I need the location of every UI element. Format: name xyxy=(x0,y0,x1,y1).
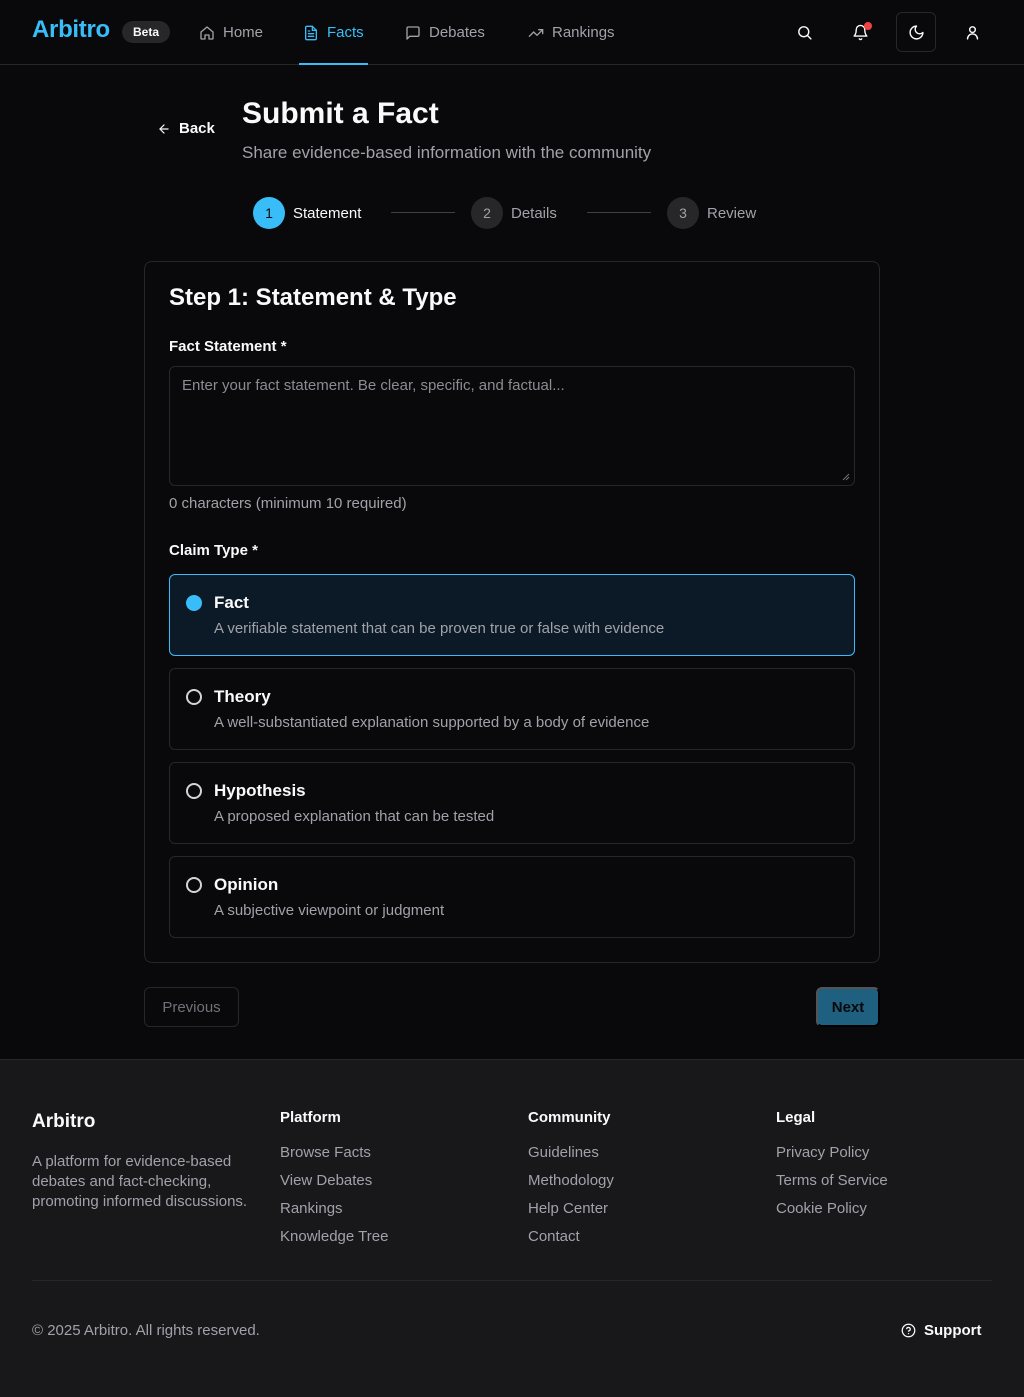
beta-badge: Beta xyxy=(122,21,171,43)
arrow-left-icon xyxy=(159,123,169,134)
footer-column-title: Community xyxy=(528,1109,611,1126)
footer-link-methodology[interactable]: Methodology xyxy=(528,1171,614,1199)
footer-link-contact[interactable]: Contact xyxy=(528,1227,614,1255)
notification-dot xyxy=(864,22,872,30)
claim-option-theory[interactable]: Theory A well-substantiated explanation … xyxy=(169,668,855,750)
step-label: Statement xyxy=(293,204,362,222)
nav-facts[interactable]: Facts xyxy=(299,0,368,65)
radio-unselected[interactable] xyxy=(186,877,202,893)
previous-button[interactable]: Previous xyxy=(144,987,239,1027)
option-title: Fact xyxy=(214,593,249,612)
step-label: Details xyxy=(511,204,557,222)
theme-toggle-button[interactable] xyxy=(896,12,936,52)
radio-unselected[interactable] xyxy=(186,783,202,799)
step-connector xyxy=(391,212,455,213)
back-button[interactable]: Back xyxy=(157,120,215,137)
nav-rankings-label: Rankings xyxy=(552,24,615,41)
message-icon xyxy=(406,25,420,40)
footer-link-help-center[interactable]: Help Center xyxy=(528,1199,614,1227)
logo[interactable]: Arbitro xyxy=(32,16,110,44)
nav-debates[interactable]: Debates xyxy=(405,0,485,65)
footer-link-terms-of-service[interactable]: Terms of Service xyxy=(776,1171,888,1199)
footer-column-platform: Platform Browse Facts View Debates Ranki… xyxy=(280,1109,388,1255)
footer-link-view-debates[interactable]: View Debates xyxy=(280,1171,388,1199)
option-description: A well-substantiated explanation support… xyxy=(214,714,650,731)
statement-label: Fact Statement * xyxy=(169,338,287,355)
footer-column-title: Platform xyxy=(280,1109,341,1126)
claim-option-opinion[interactable]: Opinion A subjective viewpoint or judgme… xyxy=(169,856,855,938)
step-number: 1 xyxy=(253,197,285,229)
home-icon xyxy=(200,25,214,40)
support-button[interactable]: Support xyxy=(901,1322,982,1339)
radio-unselected[interactable] xyxy=(186,689,202,705)
claim-option-fact[interactable]: Fact A verifiable statement that can be … xyxy=(169,574,855,656)
form-card: Step 1: Statement & Type Fact Statement … xyxy=(144,261,880,963)
footer-link-browse-facts[interactable]: Browse Facts xyxy=(280,1143,388,1171)
footer-description: A platform for evidence-based debates an… xyxy=(32,1153,248,1210)
option-description: A proposed explanation that can be teste… xyxy=(214,808,495,825)
radio-selected[interactable] xyxy=(186,595,202,611)
footer-column-community: Community Guidelines Methodology Help Ce… xyxy=(528,1109,614,1255)
notifications-button[interactable] xyxy=(840,12,880,52)
footer-link-privacy-policy[interactable]: Privacy Policy xyxy=(776,1143,888,1171)
step-details: 2 Details xyxy=(471,197,557,229)
back-label: Back xyxy=(179,120,215,137)
footer-link-rankings[interactable]: Rankings xyxy=(280,1199,388,1227)
copyright: © 2025 Arbitro. All rights reserved. xyxy=(32,1322,260,1339)
option-title: Opinion xyxy=(214,875,279,894)
step-label: Review xyxy=(707,204,757,222)
option-description: A verifiable statement that can be prove… xyxy=(214,620,665,637)
user-menu-button[interactable] xyxy=(952,12,992,52)
step-review: 3 Review xyxy=(667,197,756,229)
footer-divider xyxy=(32,1280,992,1281)
nav-debates-label: Debates xyxy=(429,24,485,41)
footer-link-cookie-policy[interactable]: Cookie Policy xyxy=(776,1199,888,1227)
support-label: Support xyxy=(924,1322,982,1339)
top-navbar: Arbitro Beta Home Facts Debates Rankings xyxy=(0,0,1024,65)
search-icon xyxy=(797,25,812,40)
moon-icon xyxy=(908,24,924,40)
user-icon xyxy=(966,25,978,40)
help-circle-icon xyxy=(901,1323,916,1338)
footer-link-guidelines[interactable]: Guidelines xyxy=(528,1143,614,1171)
nav-rankings[interactable]: Rankings xyxy=(528,0,615,65)
footer-link-knowledge-tree[interactable]: Knowledge Tree xyxy=(280,1227,388,1255)
trending-up-icon xyxy=(528,28,544,37)
option-description: A subjective viewpoint or judgment xyxy=(214,902,445,919)
card-title: Step 1: Statement & Type xyxy=(169,284,457,311)
footer-brand: Arbitro xyxy=(32,1111,96,1132)
footer-column-title: Legal xyxy=(776,1109,816,1126)
search-button[interactable] xyxy=(784,12,824,52)
claim-type-label: Claim Type * xyxy=(169,542,258,559)
option-title: Hypothesis xyxy=(214,781,306,800)
footer: Arbitro A platform for evidence-based de… xyxy=(0,1059,1024,1397)
nav-home[interactable]: Home xyxy=(199,0,263,65)
claim-option-hypothesis[interactable]: Hypothesis A proposed explanation that c… xyxy=(169,762,855,844)
fact-statement-textarea[interactable] xyxy=(169,366,855,486)
step-statement: 1 Statement xyxy=(253,197,361,229)
page-title: Submit a Fact xyxy=(242,97,439,130)
character-count: 0 characters (minimum 10 required) xyxy=(169,495,407,512)
nav-facts-label: Facts xyxy=(327,24,364,41)
footer-column-legal: Legal Privacy Policy Terms of Service Co… xyxy=(776,1109,888,1227)
document-icon xyxy=(305,25,317,40)
next-button[interactable]: Next xyxy=(816,987,880,1027)
step-connector xyxy=(587,212,651,213)
nav-home-label: Home xyxy=(223,24,264,41)
step-number: 3 xyxy=(667,197,699,229)
page-subtitle: Share evidence-based information with th… xyxy=(242,143,652,162)
step-number: 2 xyxy=(471,197,503,229)
option-title: Theory xyxy=(214,687,271,706)
